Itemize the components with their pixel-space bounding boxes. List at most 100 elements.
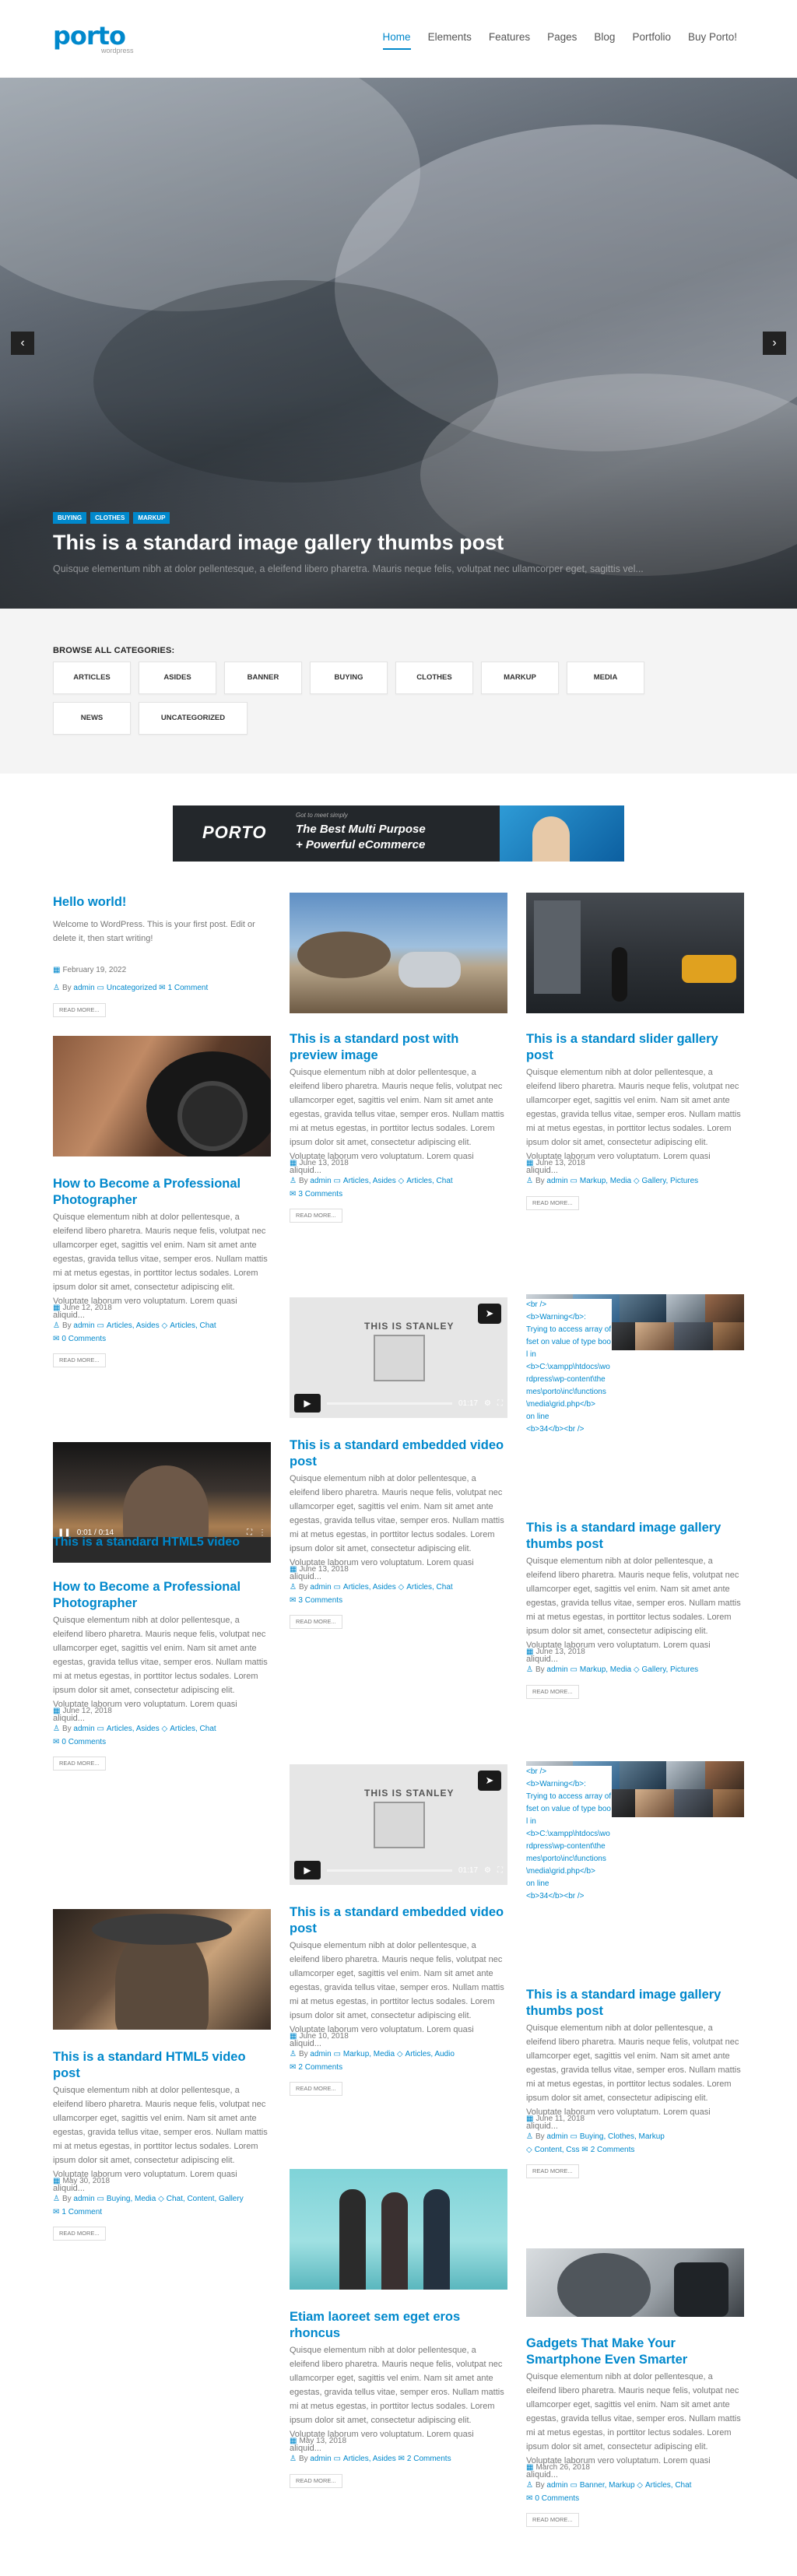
settings-icon[interactable]: ⚙ xyxy=(484,1866,491,1875)
video-progress[interactable] xyxy=(327,1869,452,1872)
post-title[interactable]: This is a standard image gallery thumbs … xyxy=(526,1520,744,1553)
post-title[interactable]: Hello world! xyxy=(53,894,271,911)
comments-link[interactable]: 1 Comment xyxy=(61,2208,102,2216)
site-logo[interactable]: porto wordpress xyxy=(53,23,134,54)
gallery-thumb[interactable] xyxy=(674,1322,713,1350)
category-markup[interactable]: MARKUP xyxy=(481,662,559,694)
comments-link[interactable]: 2 Comments xyxy=(591,2146,635,2154)
tag-link[interactable]: Articles, Chat xyxy=(406,1583,452,1592)
category-link[interactable]: Banner, Markup xyxy=(580,2481,635,2490)
hero-title[interactable]: This is a standard image gallery thumbs … xyxy=(53,529,504,556)
comments-link[interactable]: 0 Comments xyxy=(61,1335,106,1343)
nav-features[interactable]: Features xyxy=(480,30,539,50)
category-link[interactable]: Articles, Asides xyxy=(343,1583,396,1592)
tag-link[interactable]: Articles, Chat xyxy=(645,2481,691,2490)
gallery-thumb[interactable] xyxy=(635,1322,674,1350)
comments-link[interactable]: 3 Comments xyxy=(298,1596,342,1605)
post-image[interactable] xyxy=(526,893,744,1013)
tag-link[interactable]: Gallery, Pictures xyxy=(642,1665,699,1674)
category-articles[interactable]: ARTICLES xyxy=(53,662,131,694)
fullscreen-icon[interactable]: ⛶ xyxy=(247,1528,252,1537)
post-title[interactable]: This is a standard HTML5 video post xyxy=(53,2049,271,2082)
author-link[interactable]: admin xyxy=(310,2050,331,2058)
author-link[interactable]: admin xyxy=(73,984,94,992)
tag-link[interactable]: Articles, Chat xyxy=(406,1177,452,1185)
play-button[interactable]: ▶ xyxy=(294,1394,321,1413)
nav-elements[interactable]: Elements xyxy=(420,30,480,50)
gallery-thumb[interactable] xyxy=(705,1761,744,1789)
comments-link[interactable]: 1 Comment xyxy=(168,984,209,992)
post-title[interactable]: This is a standard embedded video post xyxy=(290,1904,507,1937)
slider-next-button[interactable]: › xyxy=(763,332,786,355)
author-link[interactable]: admin xyxy=(546,2132,567,2141)
share-button[interactable]: ➤ xyxy=(478,1771,501,1791)
fullscreen-icon[interactable]: ⛶ xyxy=(497,1399,503,1408)
tag-link[interactable]: Chat, Content, Gallery xyxy=(167,2195,244,2203)
read-more-button[interactable]: READ MORE... xyxy=(290,1615,342,1629)
post-image[interactable] xyxy=(290,893,507,1013)
play-button[interactable]: ▶ xyxy=(294,1861,321,1879)
comments-link[interactable]: 2 Comments xyxy=(298,2063,342,2072)
author-link[interactable]: admin xyxy=(546,1665,567,1674)
read-more-button[interactable]: READ MORE... xyxy=(290,2082,342,2096)
hero-tag-clothes[interactable]: CLOTHES xyxy=(90,512,130,524)
author-link[interactable]: admin xyxy=(310,1177,331,1185)
video-progress[interactable] xyxy=(327,1402,452,1405)
video-embed[interactable]: THIS IS STANLEY ➤ ▶ 01:17 ⚙ ⛶ xyxy=(290,1297,507,1418)
hero-slider[interactable]: ‹ › BUYING CLOTHES MARKUP This is a stan… xyxy=(0,78,797,609)
tag-link[interactable]: Articles, Chat xyxy=(170,1321,216,1330)
category-link[interactable]: Articles, Asides xyxy=(107,1725,160,1733)
post-image[interactable] xyxy=(53,1036,271,1156)
read-more-button[interactable]: READ MORE... xyxy=(526,2164,579,2178)
hero-tag-buying[interactable]: BUYING xyxy=(53,512,87,524)
read-more-button[interactable]: READ MORE... xyxy=(526,1685,579,1699)
tag-link[interactable]: Articles, Chat xyxy=(170,1725,216,1733)
nav-buy-porto[interactable]: Buy Porto! xyxy=(679,30,746,50)
nav-portfolio[interactable]: Portfolio xyxy=(623,30,679,50)
fullscreen-icon[interactable]: ⛶ xyxy=(497,1866,503,1875)
post-title[interactable]: This is a standard embedded video post xyxy=(290,1437,507,1470)
read-more-button[interactable]: READ MORE... xyxy=(290,2474,342,2488)
gallery-thumb[interactable] xyxy=(674,1789,713,1817)
post-title[interactable]: This is a standard image gallery thumbs … xyxy=(526,1987,744,2020)
share-button[interactable]: ➤ xyxy=(478,1304,501,1324)
video-player[interactable]: ❚❚ 0:01 / 0:14 ⛶ ⋮ This is a standard HT… xyxy=(53,1442,271,1563)
read-more-button[interactable]: READ MORE... xyxy=(53,1757,106,1771)
post-title[interactable]: How to Become a Professional Photographe… xyxy=(53,1579,271,1612)
promo-banner[interactable]: PORTO Got to meet simply The Best Multi … xyxy=(173,805,624,862)
author-link[interactable]: admin xyxy=(310,1583,331,1592)
category-news[interactable]: NEWS xyxy=(53,702,131,735)
slider-prev-button[interactable]: ‹ xyxy=(11,332,34,355)
comments-link[interactable]: 0 Comments xyxy=(61,1738,106,1746)
post-title[interactable]: Gadgets That Make Your Smartphone Even S… xyxy=(526,2336,744,2368)
category-clothes[interactable]: CLOTHES xyxy=(395,662,473,694)
category-link[interactable]: Articles, Asides xyxy=(343,2455,396,2463)
read-more-button[interactable]: READ MORE... xyxy=(290,1209,342,1223)
comments-link[interactable]: 0 Comments xyxy=(535,2494,579,2503)
category-link[interactable]: Markup, Media xyxy=(343,2050,395,2058)
category-link[interactable]: Markup, Media xyxy=(580,1665,631,1674)
read-more-button[interactable]: READ MORE... xyxy=(53,1003,106,1017)
gallery-thumb[interactable] xyxy=(666,1294,705,1322)
category-link[interactable]: Articles, Asides xyxy=(107,1321,160,1330)
post-title[interactable]: Etiam laoreet sem eget eros rhoncus xyxy=(290,2309,507,2342)
author-link[interactable]: admin xyxy=(310,2455,331,2463)
video-embed[interactable]: THIS IS STANLEY ➤ ▶ 01:17 ⚙ ⛶ xyxy=(290,1764,507,1885)
read-more-button[interactable]: READ MORE... xyxy=(53,1353,106,1367)
post-title[interactable]: This is a standard slider gallery post xyxy=(526,1031,744,1064)
gallery-thumb[interactable] xyxy=(666,1761,705,1789)
tag-link[interactable]: Articles, Audio xyxy=(406,2050,455,2058)
comments-link[interactable]: 3 Comments xyxy=(298,1190,342,1199)
settings-icon[interactable]: ⚙ xyxy=(484,1399,491,1408)
category-link[interactable]: Articles, Asides xyxy=(343,1177,396,1185)
gallery-thumb[interactable] xyxy=(705,1294,744,1322)
read-more-button[interactable]: READ MORE... xyxy=(53,2227,106,2241)
author-link[interactable]: admin xyxy=(546,2481,567,2490)
comments-link[interactable]: 2 Comments xyxy=(407,2455,451,2463)
gallery-thumb[interactable] xyxy=(620,1294,666,1322)
nav-home[interactable]: Home xyxy=(374,30,420,50)
author-link[interactable]: admin xyxy=(546,1177,567,1185)
category-link[interactable]: Uncategorized xyxy=(107,984,156,992)
post-title[interactable]: How to Become a Professional Photographe… xyxy=(53,1176,271,1209)
tag-link[interactable]: Gallery, Pictures xyxy=(642,1177,699,1185)
